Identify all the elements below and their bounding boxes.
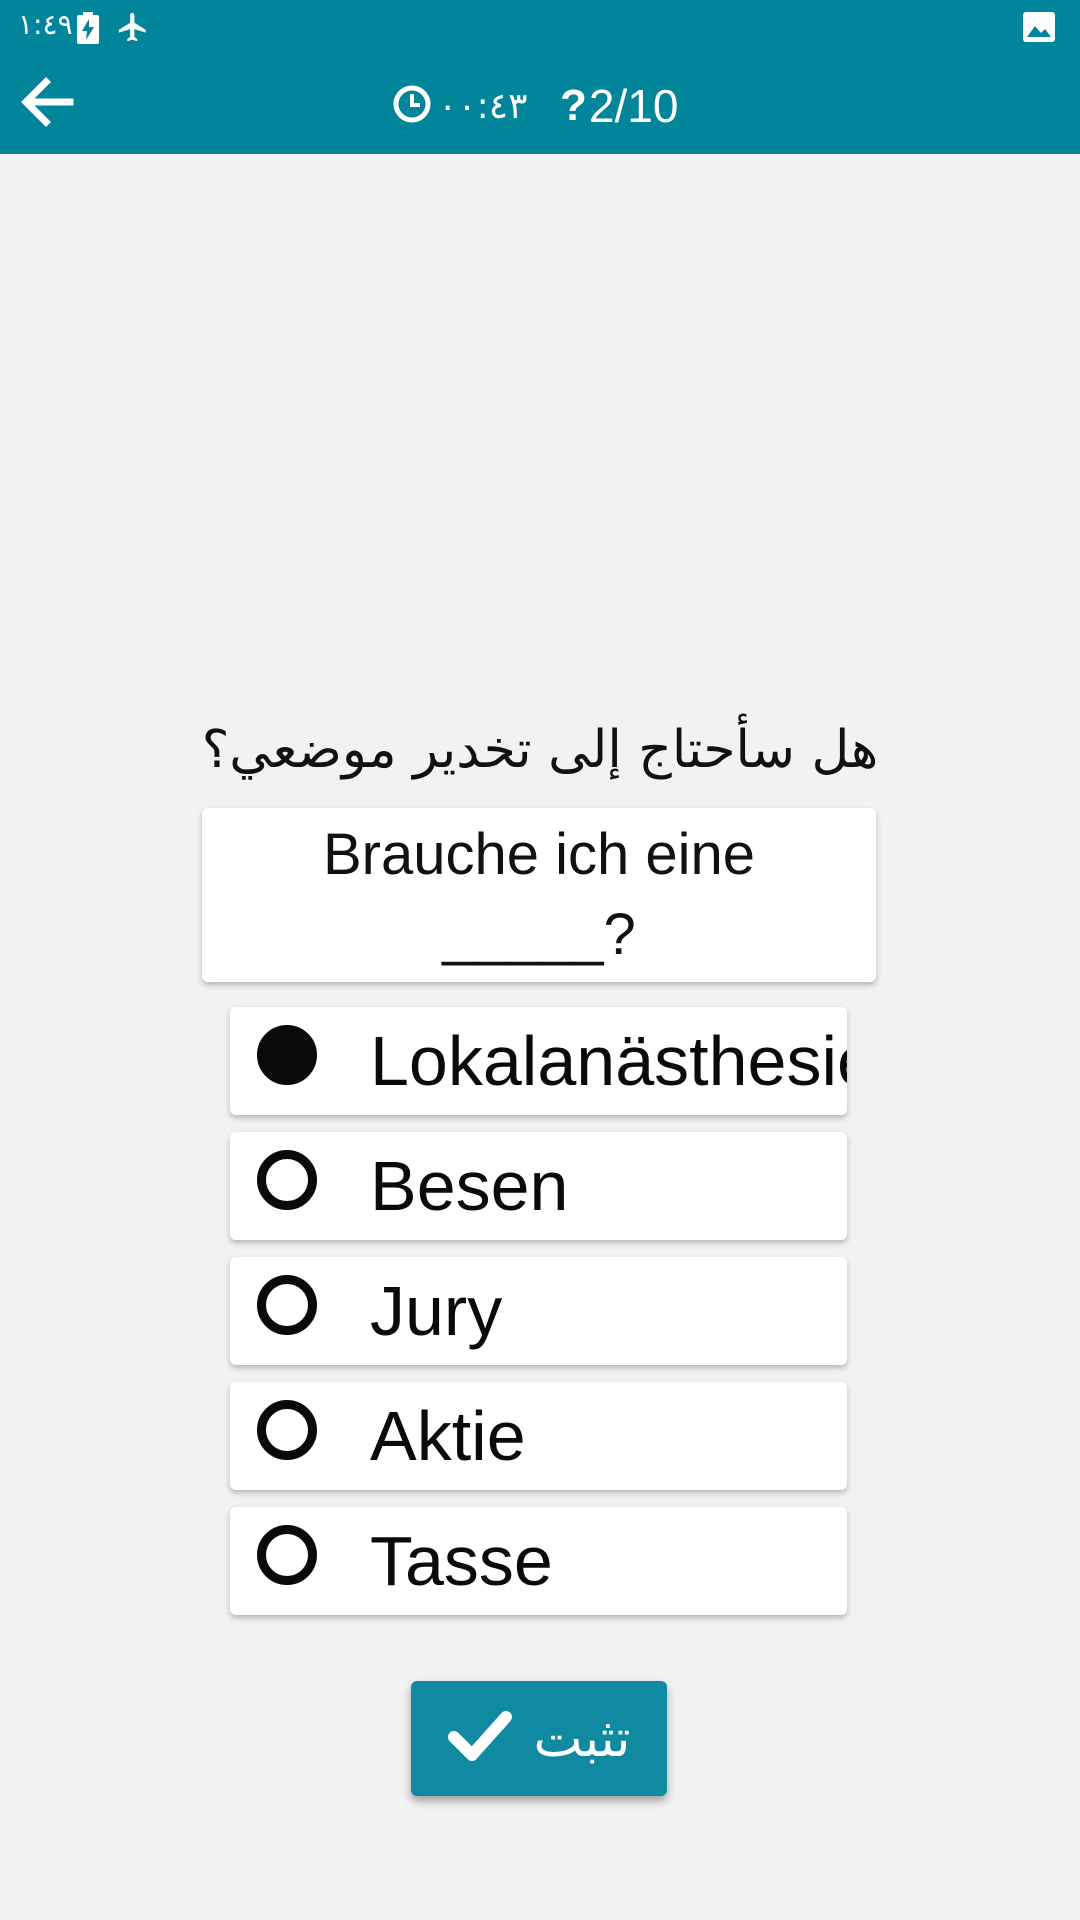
answer-option-label: Besen (370, 1147, 569, 1225)
app-bar: ١:٤٩ ٠٠:٤٣ ? 2/10 (0, 0, 1080, 154)
sentence-card: Brauche ich eine _____? (202, 808, 876, 982)
radio-unselected-icon[interactable] (257, 1525, 317, 1585)
status-time: ١:٤٩ (18, 8, 73, 41)
timer: ٠٠:٤٣ (392, 80, 527, 132)
radio-unselected-icon[interactable] (257, 1400, 317, 1460)
question-progress: ? 2/10 (560, 80, 678, 132)
status-bar: ١:٤٩ (0, 0, 1080, 54)
question-mark-icon: ? (560, 81, 587, 130)
arrow-left-icon (21, 77, 74, 127)
battery-charging-icon (77, 12, 99, 49)
checkmark-icon (447, 1709, 512, 1768)
radio-unselected-icon[interactable] (257, 1150, 317, 1210)
answer-option[interactable]: Lokalanästhesie (230, 1007, 847, 1115)
answer-option-label: Jury (370, 1272, 503, 1350)
progress-value: 2/10 (588, 80, 679, 132)
submit-label: تثبت (533, 1708, 631, 1769)
answer-option[interactable]: Tasse (230, 1507, 847, 1615)
timer-value: ٠٠:٤٣ (438, 85, 528, 127)
answer-option[interactable]: Aktie (230, 1382, 847, 1490)
answer-option-label: Aktie (370, 1397, 526, 1475)
sentence-text: Brauche ich eine _____? (322, 822, 756, 967)
radio-selected-icon[interactable] (257, 1025, 317, 1085)
answer-option[interactable]: Besen (230, 1132, 847, 1240)
clock-icon (392, 84, 432, 129)
submit-button[interactable]: تثبت (411, 1681, 667, 1796)
answer-option[interactable]: Jury (230, 1257, 847, 1365)
image-notification-icon (1023, 12, 1055, 47)
radio-unselected-icon[interactable] (257, 1275, 317, 1335)
airplane-mode-icon (116, 10, 150, 49)
back-button[interactable] (18, 72, 84, 134)
question-prompt: هل سأحتاج إلى تخدير موضعي؟ (201, 720, 879, 780)
answer-option-label: Tasse (370, 1522, 553, 1600)
answer-option-label: Lokalanästhesie (370, 1022, 847, 1100)
